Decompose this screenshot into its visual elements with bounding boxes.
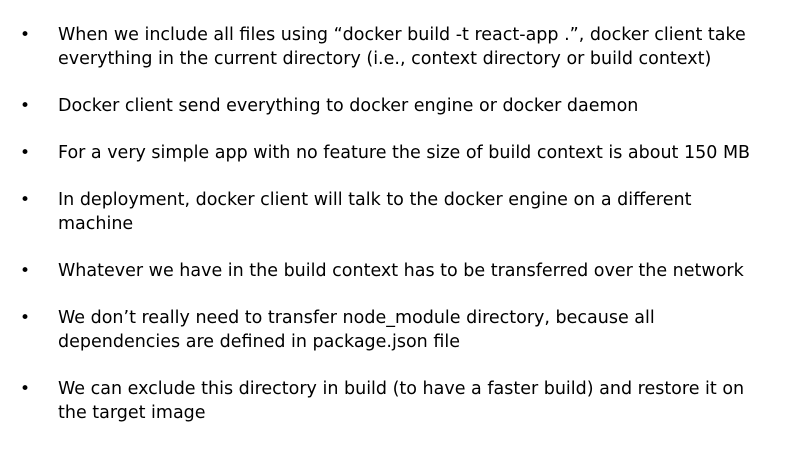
bullet-text: We don’t really need to transfer node_mo…	[58, 308, 655, 352]
bullet-item: • Docker client send everything to docke…	[0, 94, 800, 118]
bullet-dot-icon: •	[20, 96, 31, 116]
bullet-text: For a very simple app with no feature th…	[58, 143, 751, 163]
bullet-dot-icon: •	[20, 190, 31, 210]
bullet-text: We can exclude this directory in build (…	[58, 379, 745, 423]
bullet-text: Whatever we have in the build context ha…	[58, 261, 744, 281]
bullet-item: • In deployment, docker client will talk…	[0, 188, 800, 236]
bullet-list: • When we include all files using “docke…	[0, 23, 800, 448]
bullet-item: • For a very simple app with no feature …	[0, 141, 800, 165]
bullet-dot-icon: •	[20, 25, 31, 45]
bullet-dot-icon: •	[20, 143, 31, 163]
bullet-text: When we include all files using “docker …	[58, 25, 746, 69]
bullet-text: In deployment, docker client will talk t…	[58, 190, 692, 234]
slide: • When we include all files using “docke…	[0, 0, 800, 450]
bullet-dot-icon: •	[20, 308, 31, 328]
bullet-item: • When we include all files using “docke…	[0, 23, 800, 71]
bullet-item: • Whatever we have in the build context …	[0, 259, 800, 283]
bullet-item: • We can exclude this directory in build…	[0, 377, 800, 425]
bullet-dot-icon: •	[20, 261, 31, 281]
bullet-dot-icon: •	[20, 379, 31, 399]
bullet-item: • We don’t really need to transfer node_…	[0, 306, 800, 354]
bullet-text: Docker client send everything to docker …	[58, 96, 639, 116]
